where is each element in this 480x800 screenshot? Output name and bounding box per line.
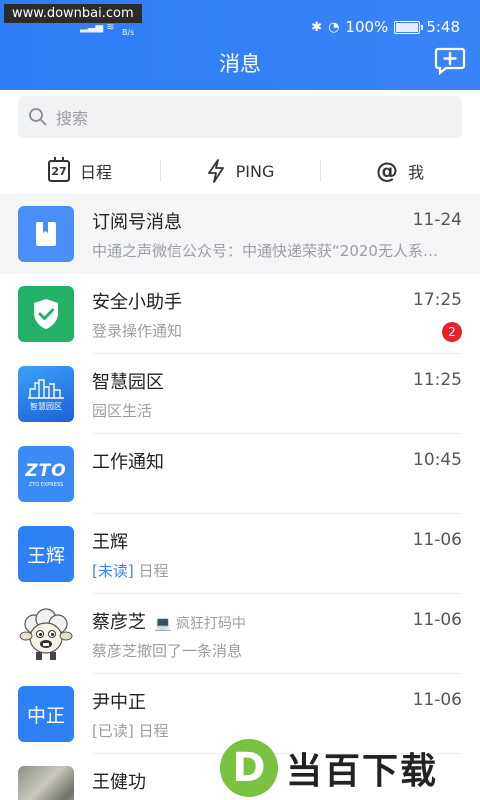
conversation-item[interactable]: 蔡彦芝 💻 疯狂打码中 11-06 蔡彦芝撤回了一条消息 [0,594,480,674]
avatar: 中正 [18,686,74,742]
lightning-icon [207,159,224,183]
conversation-name: 蔡彦芝 💻 疯狂打码中 [92,608,246,634]
watermark-logo-icon: D [220,739,278,797]
subscription-avatar [18,206,74,262]
quick-tabs: 27 日程 PING @ 我 [0,148,480,194]
conversation-time: 11-24 [412,210,462,230]
conversation-name: 王辉 [92,532,128,553]
search-placeholder: 搜索 [56,109,89,128]
network-indicator: ▂▃▅ ≋ B/s [80,22,134,37]
conversation-item[interactable]: 王辉 王辉 11-06 [未读] 日程 [0,514,480,594]
speed-gauge-icon: ◔ [328,19,340,35]
search-input[interactable]: 搜索 [18,96,462,138]
tab-mentions-label: 我 [407,163,424,182]
avatar: 王辉 [18,526,74,582]
sheep-avatar [18,606,74,662]
status-text: 疯狂打码中 [175,616,246,632]
net-speed-text: B/s [122,28,135,37]
conversation-item[interactable]: 订阅号消息 11-24 中通之声微信公众号：中通快递荣获“2020无人系… [0,194,480,274]
compose-chat-icon[interactable] [434,46,466,76]
conversation-preview: 登录操作通知 [92,322,183,340]
conversation-time: 10:45 [413,450,462,470]
tab-schedule[interactable]: 27 日程 [0,148,160,194]
conversation-preview: 园区生活 [92,402,153,420]
preview-text: 日程 [138,562,169,580]
zto-logo-subtext: ZTO EXPRESS [28,481,64,488]
avatar-initials: 中正 [18,686,74,742]
read-tag: [已读] [92,722,134,740]
status-right: ✱ ◔ 100% 5:48 [311,18,460,36]
conversation-preview: [已读] 日程 [92,720,169,741]
conversation-time: 11-06 [412,530,462,550]
preview-text: 日程 [138,722,169,740]
smart-park-logo-text: 智慧园区 [30,401,62,411]
signal-icon: ▂▃▅ ≋ [80,22,115,33]
contact-name: 蔡彦芝 [92,612,146,633]
calendar-icon: 27 [47,157,70,182]
conversation-list: 订阅号消息 11-24 中通之声微信公众号：中通快递荣获“2020无人系… 安全… [0,194,480,800]
tab-ping[interactable]: PING [160,148,320,194]
battery-percent: 100% [345,18,389,36]
watermark-text: 当百下载 [286,751,439,792]
conversation-preview: 蔡彦芝撤回了一条消息 [92,642,243,660]
conversation-preview: 中通之声微信公众号：中通快递荣获“2020无人系… [92,242,438,260]
conversation-time: 11-06 [412,690,462,710]
site-watermark-logo: D 当百下载 [220,736,480,800]
tab-schedule-label: 日程 [79,163,112,182]
conversation-item[interactable]: 安全小助手 17:25 登录操作通知 2 [0,274,480,354]
security-avatar [18,286,74,342]
conversation-name: 智慧园区 [92,372,164,393]
conversation-time: 11-06 [412,610,462,630]
contact-status: 💻 疯狂打码中 [154,616,246,632]
conversation-name: 工作通知 [92,452,164,473]
shield-check-icon [34,299,58,329]
battery-icon [394,20,424,34]
smart-park-avatar: 智慧园区 [18,366,74,422]
tab-ping-label: PING [235,161,275,181]
conversation-time: 11:25 [413,370,462,390]
site-watermark: www.downbai.com [4,4,142,23]
page-title: 消息 [219,52,261,76]
conversation-name: 订阅号消息 [92,212,182,233]
search-icon [29,108,47,126]
conversation-preview: [未读] 日程 [92,560,169,581]
conversation-name: 安全小助手 [92,292,182,313]
conversation-time: 17:25 [413,290,462,310]
zto-logo-text: ZTO [25,460,67,481]
bookmark-icon [36,222,56,246]
at-icon: @ [375,158,398,184]
bluetooth-icon: ✱ [311,19,323,35]
unread-badge: 2 [442,322,462,342]
tab-mentions[interactable]: @ 我 [320,148,480,194]
conversation-item[interactable]: 智慧园区 智慧园区 11:25 园区生活 [0,354,480,434]
conversation-name: 尹中正 [92,692,146,713]
avatar-initials: 王辉 [18,526,74,582]
clock: 5:48 [426,18,460,36]
conversation-name: 王健功 [92,772,146,793]
zto-logo: ZTO ZTO EXPRESS [18,446,74,502]
unread-tag: [未读] [92,562,134,580]
app-header: www.downbai.com ▂▃▅ ≋ B/s ✱ ◔ 100% 5:48 … [0,0,480,90]
city-icon [28,378,64,399]
status-bar: www.downbai.com ▂▃▅ ≋ B/s ✱ ◔ 100% 5:48 [0,0,480,40]
photo-avatar [18,766,74,800]
conversation-item[interactable]: ZTO ZTO EXPRESS 工作通知 10:45 [0,434,480,514]
laptop-icon: 💻 [154,616,172,632]
